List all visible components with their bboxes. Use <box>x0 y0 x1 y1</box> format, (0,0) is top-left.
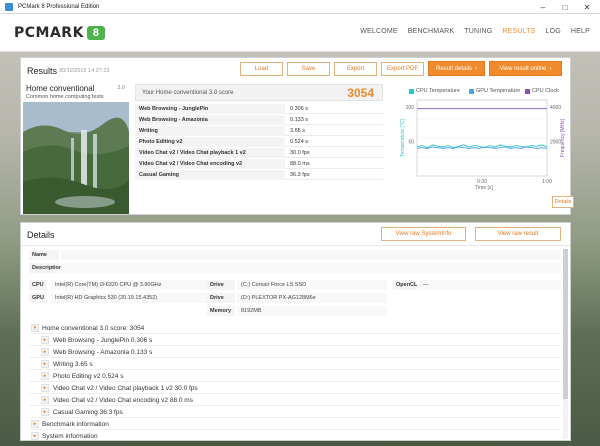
view-raw-result-button[interactable]: View raw result <box>475 227 561 241</box>
tree-item[interactable]: ▸ Photo Editing v2 0.524 s <box>29 371 561 382</box>
save-button[interactable]: Save <box>287 62 330 76</box>
maximize-button[interactable]: □ <box>554 0 576 14</box>
chevron-right-icon: › <box>475 65 478 72</box>
score-row: Video Chat v2 / Video Chat encoding v2 8… <box>135 159 383 169</box>
results-title: Results <box>27 66 58 76</box>
chevron-right-icon[interactable]: ▸ <box>41 384 49 392</box>
benchmark-card: Home conventional 3.0 Common home comput… <box>23 81 129 214</box>
view-result-online-button[interactable]: View result online › <box>489 61 562 76</box>
score-row: Video Chat v2 / Video Chat playback 1 v2… <box>135 148 383 158</box>
score-row: Web Browsing - Amazonia 0.133 s <box>135 115 383 125</box>
drive1-row: Drive (C:) Corsair Force LS SSD <box>207 280 387 290</box>
chevron-right-icon: › <box>549 65 552 72</box>
score-row: Writing 3.65 s <box>135 126 383 136</box>
score-row: Web Browsing - JunglePin 0.306 s <box>135 104 383 114</box>
chevron-right-icon[interactable]: ▸ <box>41 336 49 344</box>
chevron-down-icon[interactable]: ▾ <box>31 324 39 332</box>
chevron-right-icon[interactable]: ▸ <box>41 348 49 356</box>
drive2-row: Drive (D:) PLEXTOR PX-AG128M6e <box>207 293 387 303</box>
tree-item[interactable]: ▸ Video Chat v2 / Video Chat encoding v2… <box>29 395 561 406</box>
results-panel: Results 30/12/2015 14:27:23 Load Save Ex… <box>20 57 574 215</box>
tree-item[interactable]: ▸ Web Browsing - Amazonia 0.133 s <box>29 347 561 358</box>
gpu-row: GPU Intel(R) HD Graphics 530 (20.19.15.4… <box>29 293 209 303</box>
x-axis-label: Time [s] <box>475 185 493 191</box>
nav-results[interactable]: RESULTS <box>502 28 535 35</box>
tree-item[interactable]: ▸ Benchmark information <box>29 419 561 430</box>
score-table: Your Home conventional 3.0 score 3054 We… <box>135 84 383 212</box>
card-version: 3.0 <box>117 85 125 91</box>
tree-item[interactable]: ▸ Web Browsing - JunglePin 0.306 s <box>29 335 561 346</box>
name-value <box>61 250 561 260</box>
view-raw-systeminfo-button[interactable]: View raw SystemInfo <box>381 227 466 241</box>
opencl-row: OpenCL — <box>393 280 561 290</box>
chevron-right-icon[interactable]: ▸ <box>41 372 49 380</box>
score-row: Photo Editing v2 0.524 s <box>135 137 383 147</box>
tree-item[interactable]: ▾ Home conventional 3.0 score: 3054 <box>29 323 561 334</box>
chart-plot: 50100200040000:30 1:00Time [s]Temperature… <box>400 99 566 191</box>
chevron-right-icon[interactable]: ▸ <box>31 420 39 428</box>
score-value: 3054 <box>347 86 374 100</box>
details-scrollbar[interactable] <box>563 249 568 439</box>
scrollbar-thumb[interactable] <box>563 249 568 399</box>
chevron-right-icon[interactable]: ▸ <box>41 360 49 368</box>
details-panel: Details View raw SystemInfo View raw res… <box>20 222 571 441</box>
details-button[interactable]: Details <box>552 196 574 208</box>
card-title: Home conventional <box>26 84 95 93</box>
app-icon <box>5 2 13 11</box>
window-title: PCMark 8 Professional Edition <box>18 3 100 10</box>
chevron-right-icon[interactable]: ▸ <box>41 396 49 404</box>
nav-help[interactable]: HELP <box>571 28 590 35</box>
name-row: Name <box>29 250 561 260</box>
main-nav: WELCOME BENCHMARK TUNING RESULTS LOG HEL… <box>360 28 590 35</box>
description-row: Description <box>29 263 561 273</box>
nav-tuning[interactable]: TUNING <box>464 28 492 35</box>
tree-item[interactable]: ▸ System information <box>29 431 561 440</box>
close-button[interactable]: ✕ <box>576 0 598 14</box>
export-pdf-button[interactable]: Export PDF <box>381 62 424 76</box>
load-button[interactable]: Load <box>240 62 283 76</box>
nav-benchmark[interactable]: BENCHMARK <box>408 28 455 35</box>
y-right-tick-label: 4000 <box>550 105 561 111</box>
y-left-tick-label: 50 <box>408 139 414 145</box>
chevron-right-icon[interactable]: ▸ <box>31 432 39 440</box>
nav-log[interactable]: LOG <box>546 28 561 35</box>
tree-item[interactable]: ▸ Writing 3.65 s <box>29 359 561 370</box>
pcmark-logo: PCMARK 8 <box>14 24 105 42</box>
memory-row: Memory 8192MB <box>207 306 387 316</box>
chevron-right-icon[interactable]: ▸ <box>41 408 49 416</box>
description-value <box>61 263 561 273</box>
y-right-axis-label: Frequency [MHz] <box>560 118 566 157</box>
card-subtitle: Common home computing tests <box>26 94 104 100</box>
divider <box>21 245 570 246</box>
score-header: Your Home conventional 3.0 score 3054 <box>135 84 383 101</box>
y-left-axis-label: Temperature [°C] <box>400 118 406 156</box>
result-details-button[interactable]: Result details › <box>428 61 485 76</box>
y-left-tick-label: 100 <box>406 105 415 111</box>
score-label: Your Home conventional 3.0 score <box>142 90 234 96</box>
score-row: Casual Gaming 36.3 fps <box>135 170 383 180</box>
export-button[interactable]: Export <box>334 62 377 76</box>
window-title-bar: PCMark 8 Professional Edition – □ ✕ <box>0 0 600 14</box>
results-timestamp: 30/12/2015 14:27:23 <box>59 68 110 74</box>
minimize-button[interactable]: – <box>532 0 554 14</box>
waterfall-illustration <box>23 102 129 214</box>
cpu-row: CPU Intel(R) Core(TM) i3-6320 CPU @ 3.90… <box>29 280 209 290</box>
tree-item[interactable]: ▸ Video Chat v2 / Video Chat playback 1 … <box>29 383 561 394</box>
tree-item[interactable]: ▸ Casual Gaming 36.3 fps <box>29 407 561 418</box>
x-tick-label: 1:00 <box>542 179 552 185</box>
monitoring-chart: CPU Temperature GPU Temperature CPU Cloc… <box>387 84 574 212</box>
app-header: PCMARK 8 WELCOME BENCHMARK TUNING RESULT… <box>0 14 600 52</box>
waterfall-image <box>23 102 129 214</box>
nav-welcome[interactable]: WELCOME <box>360 28 398 35</box>
details-title: Details <box>27 230 55 240</box>
